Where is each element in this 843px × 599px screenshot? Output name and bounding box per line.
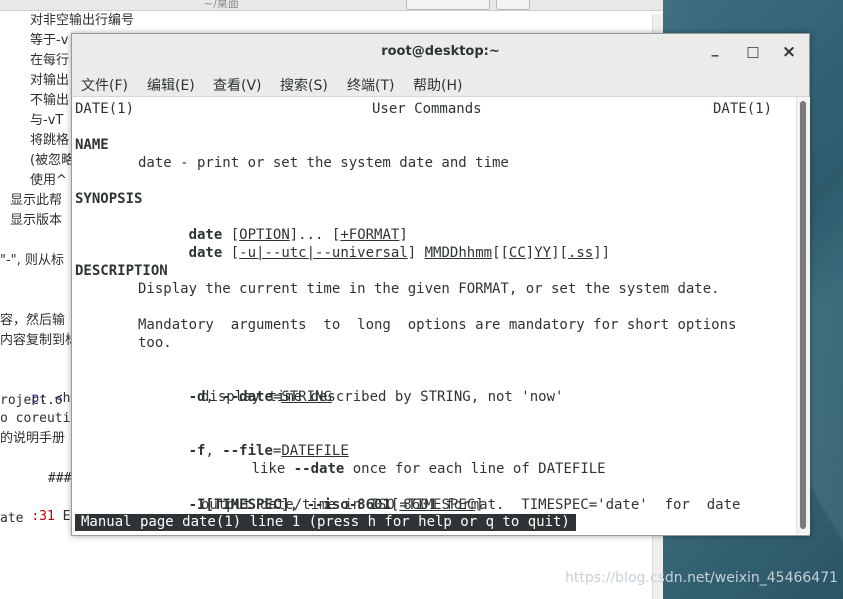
maximize-icon[interactable]: □ (744, 43, 762, 61)
pager-status-line: Manual page date(1) line 1 (press h for … (75, 514, 576, 531)
bg-text-line: 内容复制到标 (0, 333, 79, 348)
syn-bracket: [[ (492, 245, 509, 261)
opt-desc-pre: like (251, 461, 294, 477)
bg-text-line: 使用^ (30, 173, 67, 188)
man-option-desc: output date/time in ISO 8601 format. TIM… (201, 497, 741, 513)
terminal-window[interactable]: root@desktop:~ _ □ × 文件(F) 编辑(E) 查看(V) 搜… (71, 33, 810, 536)
background-window-title: ~/桌面 (204, 0, 239, 10)
syn-cmd: date (188, 245, 223, 261)
bg-text-line: 对输出 (30, 73, 70, 88)
watermark: https://blog.csdn.net/weixin_45466471 (565, 570, 839, 586)
bg-time-red: :31 (31, 509, 55, 524)
bg-text-line: 显示版本 (10, 213, 63, 228)
man-synopsis-line: date [-u|--utc|--universal] MMDDhhmm[[CC… (138, 226, 611, 280)
minimize-icon[interactable]: _ (706, 40, 724, 58)
bg-text-line: 等于-v (30, 33, 69, 48)
man-desc-line: too. (138, 335, 172, 351)
man-header-center: User Commands (372, 101, 482, 117)
terminal-menubar: 文件(F) 编辑(E) 查看(V) 搜索(S) 终端(T) 帮助(H) (72, 70, 809, 97)
bg-text-line: 将跳格 (30, 133, 70, 148)
syn-bracket: ]] (593, 245, 611, 261)
menu-help[interactable]: 帮助(H) (413, 75, 462, 95)
man-header-left: DATE(1) (75, 101, 135, 117)
syn-utc: -u|--utc|--universal (239, 245, 408, 261)
man-option-desc: display time described by STRING, not 'n… (201, 389, 564, 405)
man-desc-line: Mandatory arguments to long options are … (138, 317, 737, 333)
opt-desc-bold: --date (293, 461, 345, 477)
bg-text-line: o coreuti (0, 411, 71, 426)
bg-text-line: roject.o (0, 393, 63, 408)
bg-text-line: 不输出 (30, 93, 70, 108)
syn-bracket: ] (525, 245, 535, 261)
syn-mmdd: MMDDhhmm (424, 245, 493, 261)
terminal-scrollbar-thumb[interactable] (800, 101, 806, 529)
terminal-scrollbar[interactable] (796, 97, 810, 534)
background-window-button[interactable] (406, 0, 490, 10)
menu-search[interactable]: 搜索(S) (280, 75, 328, 95)
menu-terminal[interactable]: 终端(T) (347, 75, 394, 95)
man-name-text: date - print or set the system date and … (138, 155, 509, 171)
man-section-name: NAME (75, 137, 109, 153)
bg-text-line: 在每行 (30, 53, 70, 68)
close-icon[interactable]: × (780, 43, 798, 61)
bg-text-line: ### (48, 471, 72, 486)
terminal-titlebar[interactable]: root@desktop:~ _ □ × (72, 34, 809, 70)
bg-text-line: (被忽略 (30, 153, 75, 168)
man-desc-line: Display the current time in the given FO… (138, 281, 720, 297)
man-section-synopsis: SYNOPSIS (75, 191, 143, 207)
terminal-content[interactable]: DATE(1) User Commands DATE(1) NAME date … (72, 97, 796, 517)
opt-desc-post: once for each line of DATEFILE (344, 461, 606, 477)
syn-bracket: ] (407, 245, 417, 261)
syn-cc: CC (508, 245, 526, 261)
bg-text-line: 的说明手册 (0, 431, 66, 446)
bg-text-line: ate (0, 511, 24, 526)
background-window-titlebar: ~/桌面 (0, 0, 663, 11)
bg-text-line: 对非空输出行编号 (30, 13, 135, 28)
background-window-button[interactable] (496, 0, 530, 10)
bg-text-line: 容，然后输 (0, 313, 66, 328)
syn-bracket: ][ (551, 245, 568, 261)
syn-yy: YY (534, 245, 552, 261)
man-section-description: DESCRIPTION (75, 263, 168, 279)
man-header-right: DATE(1) (713, 101, 773, 117)
menu-edit[interactable]: 编辑(E) (147, 75, 195, 95)
bg-text-line: 显示此帮 (10, 193, 63, 208)
syn-bracket: [ (230, 245, 240, 261)
bg-text-line: "-", 则从标 (0, 253, 64, 268)
syn-ss: .ss (567, 245, 594, 261)
menu-view[interactable]: 查看(V) (213, 75, 262, 95)
terminal-title: root@desktop:~ (381, 44, 500, 59)
bg-text-line: 与-vT (30, 113, 64, 128)
menu-file[interactable]: 文件(F) (81, 75, 128, 95)
